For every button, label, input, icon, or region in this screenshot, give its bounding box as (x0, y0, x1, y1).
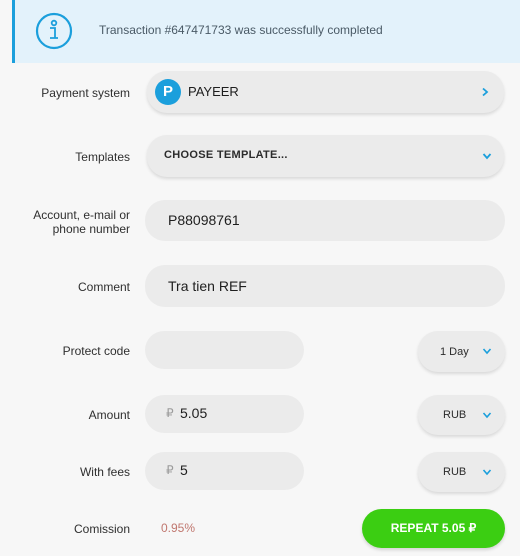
account-label-line1: Account, e-mail or (33, 208, 130, 222)
comment-input[interactable]: Tra tien REF (145, 265, 505, 307)
amount-label: Amount (88, 408, 130, 422)
amount-input[interactable]: ₽ 5.05 (145, 395, 304, 433)
payment-system-label: Payment system (41, 86, 130, 100)
payeer-logo-icon: P (155, 79, 181, 105)
chevron-down-icon (482, 348, 492, 355)
templates-value: CHOOSE TEMPLATE... (164, 149, 288, 161)
protect-period-select[interactable]: 1 Day (418, 331, 505, 372)
with-fees-input[interactable]: ₽ 5 (145, 452, 304, 490)
protect-period-value: 1 Day (440, 346, 469, 358)
protect-code-label: Protect code (62, 344, 130, 358)
ruble-icon: ₽ (166, 463, 174, 477)
payment-system-value: PAYEER (188, 84, 239, 99)
commission-value: 0.95% (161, 521, 196, 535)
protect-code-input[interactable] (145, 331, 304, 369)
account-label-line2: phone number (52, 222, 130, 236)
ruble-icon: ₽ (166, 406, 174, 420)
account-input[interactable]: P88098761 (145, 200, 505, 241)
account-value: P88098761 (168, 212, 240, 228)
amount-currency-value: RUB (443, 409, 467, 421)
alert-message: Transaction #647471733 was successfully … (99, 23, 383, 37)
info-icon (35, 12, 73, 50)
success-alert: Transaction #647471733 was successfully … (12, 0, 520, 63)
payment-system-select[interactable]: P PAYEER (147, 71, 504, 113)
commission-label: Comission (73, 522, 130, 536)
comment-value: Tra tien REF (168, 278, 247, 294)
account-label: Account, e-mail or phone number (0, 208, 130, 236)
chevron-right-icon (482, 87, 489, 97)
chevron-down-icon (482, 412, 492, 419)
chevron-down-icon (482, 153, 492, 160)
repeat-button[interactable]: REPEAT 5.05 ₽ (362, 509, 505, 548)
amount-value: 5.05 (180, 405, 208, 421)
with-fees-label: With fees (79, 465, 130, 479)
with-fees-value: 5 (180, 462, 188, 478)
chevron-down-icon (482, 469, 492, 476)
templates-label: Templates (75, 150, 130, 164)
with-fees-currency-value: RUB (443, 466, 467, 478)
with-fees-currency-select[interactable]: RUB (418, 452, 505, 492)
comment-label: Comment (77, 280, 130, 294)
templates-select[interactable]: CHOOSE TEMPLATE... (147, 135, 504, 177)
amount-currency-select[interactable]: RUB (418, 395, 505, 435)
